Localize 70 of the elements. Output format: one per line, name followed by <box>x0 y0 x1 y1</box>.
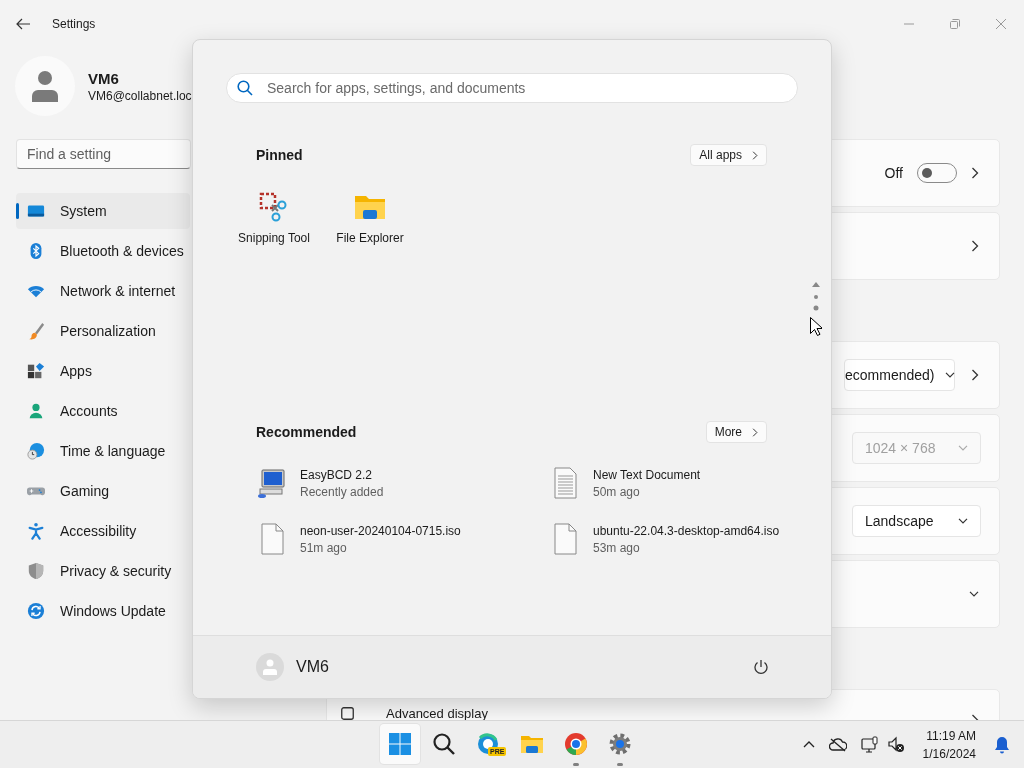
sidebar-item[interactable]: Personalization <box>16 313 190 349</box>
sidebar-item[interactable]: Bluetooth & devices <box>16 233 190 269</box>
toggle-label: Off <box>884 165 903 181</box>
person-icon <box>27 402 45 420</box>
item-name: ubuntu-22.04.3-desktop-amd64.iso <box>593 523 780 538</box>
chevron-down-icon <box>958 518 968 524</box>
dropdown[interactable]: Landscape <box>852 505 981 537</box>
recommended-item[interactable]: neon-user-20240104-0715.iso 51m ago <box>256 519 549 559</box>
account-email: VM6@collabnet.loc <box>88 88 192 103</box>
item-detail: 50m ago <box>593 484 641 499</box>
person-silhouette-icon <box>31 70 59 102</box>
sidebar-item[interactable]: Accessibility <box>16 513 190 549</box>
person-silhouette-icon <box>263 659 277 675</box>
search-field[interactable]: Search for apps, settings, and documents <box>226 73 798 103</box>
sidebar-item[interactable]: Time & language <box>16 433 190 469</box>
recommended-item[interactable]: EasyBCD 2.2 Recently added <box>256 463 549 503</box>
mouse-pointer-icon <box>810 317 822 336</box>
chevron-down-icon <box>969 591 979 597</box>
pill-button[interactable]: All apps <box>690 144 767 166</box>
sidebar-item[interactable]: Gaming <box>16 473 190 509</box>
chevron-down-icon <box>958 445 968 451</box>
browser-icon <box>564 732 588 756</box>
item-name: New Text Document <box>593 467 701 482</box>
shield-icon <box>27 562 45 580</box>
recommended-item[interactable]: New Text Document 50m ago <box>549 463 789 503</box>
gear-icon <box>608 732 632 756</box>
sidebar-item[interactable]: Windows Update <box>16 593 190 629</box>
app-tile[interactable]: File Explorer <box>322 191 418 245</box>
sidebar-item[interactable]: Privacy & security <box>16 553 190 589</box>
sidebar-item[interactable]: System <box>16 193 190 229</box>
app-tile[interactable]: Snipping Tool <box>226 191 322 245</box>
item-name: neon-user-20240104-0715.iso <box>300 523 461 538</box>
computer-icon <box>256 467 288 499</box>
window-title: Settings <box>52 17 96 31</box>
cloud-off-icon[interactable] <box>828 737 847 752</box>
scroll-indicator-icon[interactable] <box>812 280 820 312</box>
user-name[interactable]: VM6 <box>296 658 329 676</box>
sync-icon <box>27 602 45 620</box>
sidebar-item[interactable]: Apps <box>16 353 190 389</box>
brush-icon <box>27 322 45 340</box>
item-name: EasyBCD 2.2 <box>300 467 374 482</box>
dropdown[interactable]: ecommended) <box>844 359 955 391</box>
speaker-muted-icon[interactable] <box>886 735 905 754</box>
item-detail: 53m ago <box>593 540 641 555</box>
power-icon[interactable] <box>753 659 769 675</box>
sidebar-item[interactable]: Accounts <box>16 393 190 429</box>
windows-logo-icon <box>388 732 412 756</box>
back-arrow-icon[interactable] <box>16 18 30 30</box>
search-field[interactable]: Find a setting <box>16 139 191 169</box>
sidebar-item[interactable]: Network & internet <box>16 273 190 309</box>
checkbox-icon <box>341 707 354 720</box>
search-icon <box>432 732 456 756</box>
account-name: VM6 <box>88 69 120 87</box>
card-title: Advanced display <box>386 706 488 720</box>
chevron-down-icon <box>944 372 955 378</box>
network-icon[interactable] <box>860 735 879 754</box>
recommended-item[interactable]: ubuntu-22.04.3-desktop-amd64.iso 53m ago <box>549 519 789 559</box>
item-detail: 51m ago <box>300 540 348 555</box>
apps-icon <box>27 362 45 380</box>
restore-icon[interactable] <box>950 19 960 29</box>
close-icon[interactable] <box>996 19 1006 29</box>
clock[interactable]: 11:19 AM 1/16/2024 <box>918 728 980 761</box>
bell-icon[interactable] <box>994 735 1010 754</box>
chevron-up-icon[interactable] <box>802 741 815 748</box>
section-title: Pinned <box>256 147 303 163</box>
globe-clock-icon <box>27 442 45 460</box>
section-title: Recommended <box>256 424 357 440</box>
accessibility-icon <box>27 522 45 540</box>
item-detail: Recently added <box>300 484 384 499</box>
pill-button[interactable]: More <box>705 421 767 443</box>
